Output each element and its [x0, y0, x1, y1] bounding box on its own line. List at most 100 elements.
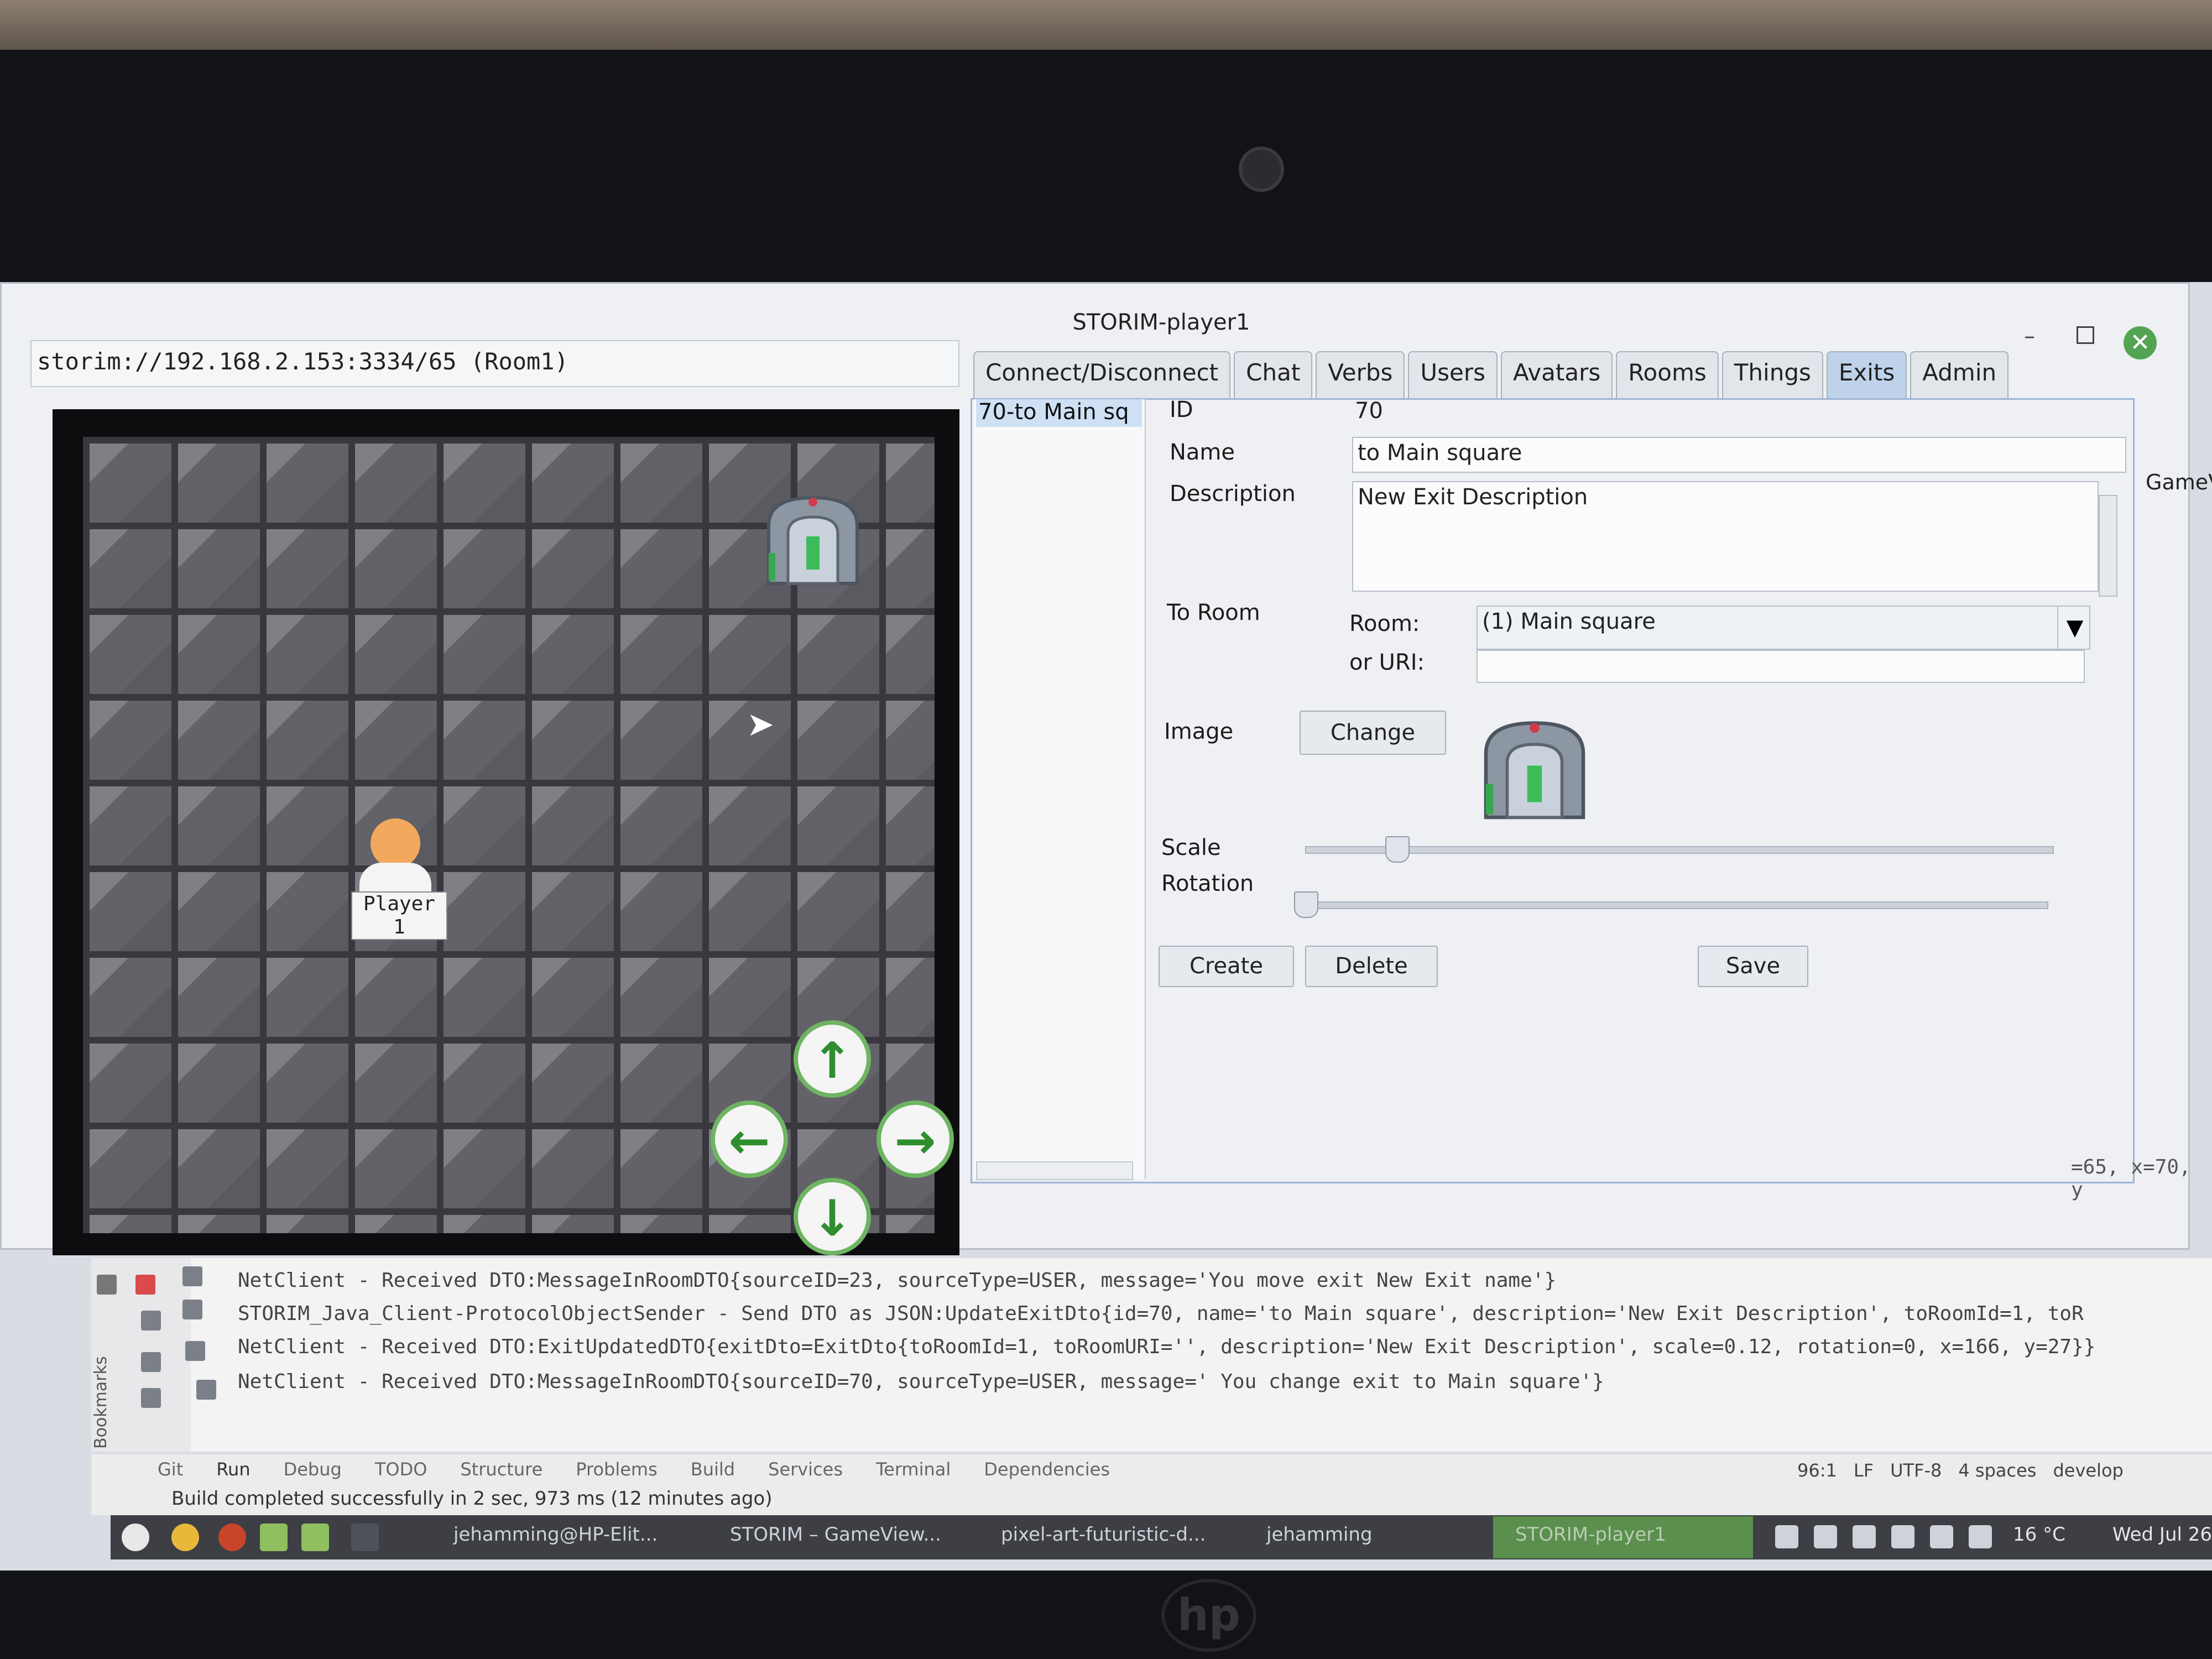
list-horizontal-scrollbar[interactable]	[976, 1161, 1133, 1180]
line-separator[interactable]: LF	[1854, 1460, 1874, 1481]
scroll-end-icon[interactable]	[182, 1300, 202, 1319]
taskbar-task-files[interactable]: jehamming	[1266, 1524, 1373, 1546]
arrow-down-icon[interactable]: ↓	[794, 1178, 871, 1255]
shield-icon[interactable]	[1853, 1525, 1876, 1548]
player-avatar-head[interactable]	[371, 818, 420, 868]
tab-users[interactable]: Users	[1408, 351, 1498, 401]
exit-portal-icon[interactable]	[758, 492, 868, 586]
tool-debug[interactable]: Debug	[284, 1454, 342, 1485]
to-room-label: To Room	[1167, 600, 1260, 625]
clipboard-icon[interactable]	[1814, 1525, 1837, 1548]
weather-temperature[interactable]: 16 °C	[2013, 1524, 2065, 1546]
taskbar-task-terminal[interactable]: jehamming@HP-Elit...	[453, 1524, 658, 1546]
create-button[interactable]: Create	[1159, 946, 1294, 987]
exit-list[interactable]	[973, 399, 1146, 1179]
maximize-icon[interactable]	[2077, 326, 2094, 344]
camera-icon[interactable]	[141, 1352, 161, 1372]
taskbar-task-browser[interactable]: pixel-art-futuristic-d...	[1001, 1524, 1206, 1546]
tool-problems[interactable]: Problems	[576, 1454, 658, 1485]
exit-icon[interactable]	[141, 1388, 161, 1408]
webcam	[1239, 147, 1284, 192]
tab-verbs[interactable]: Verbs	[1316, 351, 1405, 401]
settings-icon[interactable]	[141, 1311, 161, 1331]
weather-icon[interactable]	[1969, 1525, 1992, 1548]
change-image-button[interactable]: Change	[1300, 711, 1446, 755]
rotation-slider-track[interactable]	[1294, 901, 2048, 909]
tab-chat[interactable]: Chat	[1234, 351, 1313, 401]
folder-icon[interactable]	[301, 1524, 329, 1551]
editor-tabs: Connect/Disconnect Chat Verbs Users Avat…	[973, 351, 2118, 401]
description-field[interactable]: New Exit Description	[1352, 481, 2099, 592]
id-label: ID	[1170, 397, 1193, 422]
laptop-logo: hp	[1161, 1579, 1256, 1652]
uri-label: or URI:	[1349, 650, 1425, 675]
tab-exits[interactable]: Exits	[1826, 351, 1907, 401]
list-item[interactable]: 70-to Main sq	[976, 399, 1142, 427]
image-label: Image	[1164, 719, 1234, 744]
id-value: 70	[1355, 398, 1383, 424]
delete-button[interactable]: Delete	[1305, 946, 1438, 987]
bluetooth-icon[interactable]	[1775, 1525, 1798, 1548]
scale-slider-track[interactable]	[1305, 846, 2054, 854]
terminal-icon[interactable]	[351, 1524, 379, 1551]
dropdown-caret-icon[interactable]: ▼	[2057, 606, 2091, 650]
clock[interactable]: Wed Jul 26, 11:	[2112, 1524, 2212, 1546]
trash-icon[interactable]	[196, 1380, 216, 1400]
cursor-position[interactable]: 96:1	[1797, 1460, 1837, 1481]
stop-icon[interactable]	[135, 1275, 155, 1295]
tool-git[interactable]: Git	[158, 1454, 183, 1485]
tool-terminal[interactable]: Terminal	[876, 1454, 951, 1485]
tool-todo[interactable]: TODO	[375, 1454, 427, 1485]
room-label: Room:	[1349, 611, 1420, 637]
volume-icon[interactable]	[1930, 1525, 1953, 1548]
mouse-cursor-icon: ➤	[747, 705, 775, 744]
file-encoding[interactable]: UTF-8	[1890, 1460, 1942, 1481]
tool-services[interactable]: Services	[768, 1454, 843, 1485]
arrow-left-icon[interactable]: ←	[711, 1100, 788, 1178]
bookmarks-side-tab[interactable]: Bookmarks	[91, 1316, 141, 1449]
minimize-icon[interactable]: –	[2024, 324, 2035, 349]
folder-icon[interactable]	[97, 1275, 117, 1295]
tab-things[interactable]: Things	[1721, 351, 1823, 401]
wrap-icon[interactable]	[182, 1266, 202, 1286]
taskbar-task-storim[interactable]: STORIM-player1	[1515, 1524, 1666, 1546]
system-tray	[1775, 1525, 1992, 1548]
indent-setting[interactable]: 4 spaces	[1958, 1460, 2036, 1481]
tool-run[interactable]: Run	[216, 1454, 250, 1485]
tab-connect-disconnect[interactable]: Connect/Disconnect	[973, 351, 1231, 401]
console-line: STORIM_Java_Client-ProtocolObjectSender …	[238, 1302, 2084, 1325]
scale-label: Scale	[1161, 835, 1221, 860]
files-icon[interactable]	[260, 1524, 288, 1551]
close-icon[interactable]: ✕	[2124, 326, 2157, 359]
description-scrollbar[interactable]	[2099, 495, 2117, 597]
tool-build[interactable]: Build	[691, 1454, 735, 1485]
browser-icon[interactable]	[171, 1524, 199, 1551]
player-name-label: Player 1	[351, 891, 447, 940]
git-branch[interactable]: develop	[2053, 1460, 2123, 1481]
tab-admin[interactable]: Admin	[1910, 351, 2009, 401]
player-label-line1: Player	[363, 893, 436, 915]
print-icon[interactable]	[185, 1341, 205, 1361]
room-select[interactable]: (1) Main square	[1477, 606, 2090, 650]
save-button[interactable]: Save	[1698, 946, 1808, 987]
editor-status: 96:1 LF UTF-8 4 spaces develop	[1797, 1460, 2124, 1481]
uri-field[interactable]	[1477, 650, 2085, 683]
rotation-slider-thumb[interactable]	[1294, 891, 1318, 918]
wifi-icon[interactable]	[1891, 1525, 1914, 1548]
tool-dependencies[interactable]: Dependencies	[984, 1454, 1110, 1485]
tool-structure[interactable]: Structure	[460, 1454, 542, 1485]
taskbar-task-ide[interactable]: STORIM – GameView...	[730, 1524, 941, 1546]
start-menu-icon[interactable]	[122, 1524, 149, 1551]
name-field[interactable]: to Main square	[1352, 437, 2126, 473]
background-log-fragment: =65, x=70, y	[2071, 1156, 2191, 1201]
arrow-up-icon[interactable]: ↑	[794, 1020, 871, 1098]
console-line: NetClient - Received DTO:MessageInRoomDT…	[238, 1370, 1604, 1393]
console-line: NetClient - Received DTO:ExitUpdatedDTO{…	[238, 1335, 2096, 1358]
tab-avatars[interactable]: Avatars	[1501, 351, 1613, 401]
app-launcher-icon[interactable]	[218, 1524, 246, 1551]
rotation-label: Rotation	[1161, 871, 1254, 896]
console-line: NetClient - Received DTO:MessageInRoomDT…	[238, 1269, 1557, 1292]
scale-slider-thumb[interactable]	[1385, 836, 1410, 863]
tab-rooms[interactable]: Rooms	[1616, 351, 1719, 401]
arrow-right-icon[interactable]: →	[877, 1100, 954, 1178]
